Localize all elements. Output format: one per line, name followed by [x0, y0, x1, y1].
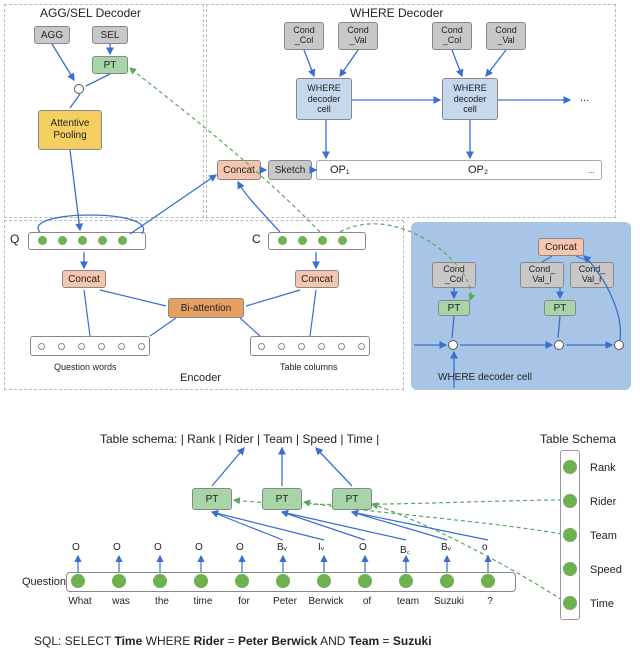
concat-cell: Concat: [538, 238, 584, 256]
merge-aggsel: [74, 84, 84, 94]
question-dot: [235, 574, 249, 588]
cond-col-1: Cond _Col: [284, 22, 324, 50]
bi-attention: Bi-attention: [168, 298, 244, 318]
question-word: Berwick: [308, 596, 344, 607]
cond-col-2: Cond _Col: [432, 22, 472, 50]
where-title: WHERE Decoder: [350, 6, 443, 20]
table-schema-line: Table schema: | Rank | Rider | Team | Sp…: [100, 432, 379, 446]
question-dot: [440, 574, 454, 588]
schema-time: Time: [590, 598, 614, 610]
schema-dot-team: [563, 528, 577, 542]
question-word: for: [226, 596, 262, 607]
sql-line: SQL: SELECT Time WHERE Rider = Peter Ber…: [34, 634, 432, 648]
cell-circ-2: [554, 340, 564, 350]
tag-label: Bᵥ: [277, 542, 287, 553]
tag-label: B꜀: [400, 542, 410, 556]
tag-label: Iᵥ: [318, 542, 324, 553]
question-word: time: [185, 596, 221, 607]
question-dot: [71, 574, 85, 588]
sel-box: SEL: [92, 26, 128, 44]
cond-val-2: Cond _Val: [486, 22, 526, 50]
agg-box: AGG: [34, 26, 70, 44]
question-label: Question: [22, 576, 66, 588]
table-columns-box: [250, 336, 370, 356]
cond-col-cell: Cond _Col: [432, 262, 476, 288]
op-strip: [316, 160, 602, 180]
question-dot: [194, 574, 208, 588]
pt-bottom-3: PT: [332, 488, 372, 510]
cond-val-r: Cond_ Val_r: [570, 262, 614, 288]
schema-dot-time: [563, 596, 577, 610]
question-dot: [481, 574, 495, 588]
where-region: [206, 4, 616, 218]
concat-where: Concat: [217, 160, 261, 180]
question-words-box: [30, 336, 150, 356]
question-word: ?: [472, 596, 508, 607]
tag-label: O: [72, 542, 80, 553]
c-label: C: [252, 232, 261, 246]
where-ellipsis: ...: [580, 92, 589, 104]
question-word: Peter: [267, 596, 303, 607]
q-label: Q: [10, 232, 19, 246]
question-word: team: [390, 596, 426, 607]
pt-cell-1: PT: [438, 300, 470, 316]
question-dot: [112, 574, 126, 588]
tag-label: O: [113, 542, 121, 553]
question-word: Suzuki: [431, 596, 467, 607]
encoder-label: Encoder: [180, 372, 221, 384]
question-word: was: [103, 596, 139, 607]
schema-title: Table Schema: [540, 432, 616, 446]
where-cell-2: WHERE decoder cell: [442, 78, 498, 120]
tag-label: O: [236, 542, 244, 553]
cond-val-l: Cond_ Val_l: [520, 262, 564, 288]
table-columns: Table columns: [280, 362, 338, 372]
concat-c: Concat: [295, 270, 339, 288]
sketch-box: Sketch: [268, 160, 312, 180]
op2: OP₂: [468, 164, 488, 176]
cond-val-1: Cond _Val: [338, 22, 378, 50]
where-cell-1: WHERE decoder cell: [296, 78, 352, 120]
pt-bottom-2: PT: [262, 488, 302, 510]
schema-dot-rider: [563, 494, 577, 508]
op-ellipsis: ...: [588, 166, 595, 175]
where-cell-label: WHERE decoder cell: [438, 372, 532, 383]
question-dot: [317, 574, 331, 588]
question-dot: [358, 574, 372, 588]
schema-rank: Rank: [590, 462, 616, 474]
agg-sel-title: AGG/SEL Decoder: [40, 6, 141, 20]
question-word: the: [144, 596, 180, 607]
schema-dot-rank: [563, 460, 577, 474]
schema-team: Team: [590, 530, 617, 542]
pt-cell-2: PT: [544, 300, 576, 316]
tag-label: O: [154, 542, 162, 553]
question-word: What: [62, 596, 98, 607]
pt-aggsel: PT: [92, 56, 128, 74]
tag-label: o: [482, 542, 488, 553]
schema-rider: Rider: [590, 496, 616, 508]
concat-q: Concat: [62, 270, 106, 288]
schema-speed: Speed: [590, 564, 622, 576]
pt-bottom-1: PT: [192, 488, 232, 510]
cell-circ-3: [614, 340, 624, 350]
question-dot: [153, 574, 167, 588]
tag-label: O: [195, 542, 203, 553]
question-words: Question words: [54, 362, 117, 372]
question-dot: [276, 574, 290, 588]
schema-dot-speed: [563, 562, 577, 576]
question-word: of: [349, 596, 385, 607]
cell-circ-1: [448, 340, 458, 350]
op1: OP₁: [330, 164, 350, 176]
tag-label: Bᵥ: [441, 542, 451, 553]
attentive-pooling: Attentive Pooling: [38, 110, 102, 150]
tag-label: O: [359, 542, 367, 553]
question-dot: [399, 574, 413, 588]
